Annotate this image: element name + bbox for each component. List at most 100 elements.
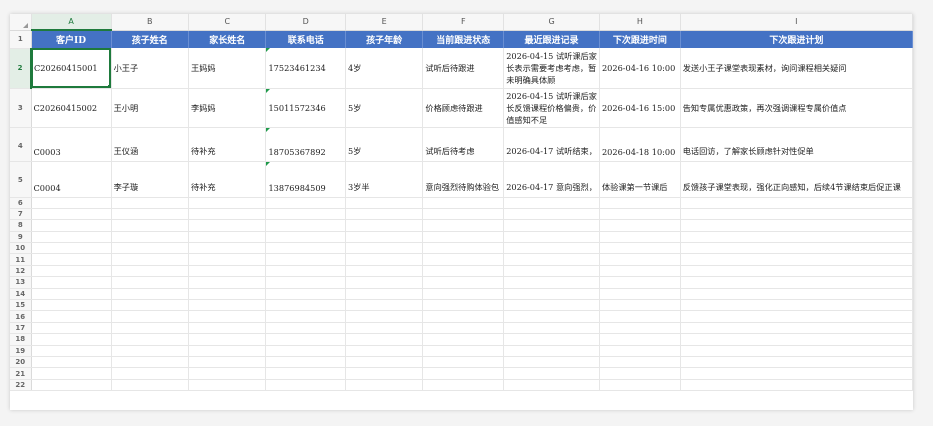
data-cell[interactable]	[188, 253, 267, 266]
data-cell[interactable]: 价格顾虑待跟进	[422, 88, 505, 128]
data-cell[interactable]	[503, 322, 600, 335]
data-cell[interactable]	[188, 208, 267, 221]
column-header-a[interactable]: A	[31, 14, 112, 31]
data-cell[interactable]	[31, 242, 112, 255]
data-cell[interactable]	[422, 333, 505, 346]
data-cell[interactable]	[680, 276, 913, 289]
data-cell[interactable]: 试听后待跟进	[422, 48, 505, 89]
row-number[interactable]: 2	[10, 48, 33, 89]
data-cell[interactable]: 体验课第一节课后	[599, 161, 681, 198]
data-cell[interactable]	[503, 379, 600, 392]
data-cell[interactable]	[345, 310, 424, 323]
data-cell[interactable]	[188, 367, 267, 380]
data-cell[interactable]	[599, 242, 681, 255]
data-cell[interactable]	[680, 299, 913, 312]
data-cell[interactable]: 电话回访，了解家长顾虑针对性促单	[680, 127, 913, 162]
data-cell[interactable]: 5岁	[345, 88, 424, 128]
data-cell[interactable]: 15011572346	[265, 88, 346, 128]
data-cell[interactable]	[599, 288, 681, 301]
data-cell[interactable]: 13876984509	[265, 161, 346, 198]
row-number[interactable]: 9	[10, 231, 32, 244]
data-cell[interactable]	[265, 345, 346, 357]
data-cell[interactable]	[188, 299, 267, 312]
row-number[interactable]: 4	[10, 127, 32, 162]
data-cell[interactable]: 李子璇	[111, 161, 190, 198]
data-cell[interactable]: 18705367892	[265, 127, 346, 162]
data-cell[interactable]: 待补充	[188, 127, 267, 162]
data-cell[interactable]	[599, 310, 681, 323]
data-cell[interactable]: 待补充	[188, 161, 267, 198]
data-cell[interactable]	[599, 231, 681, 244]
row-number[interactable]: 20	[10, 356, 32, 369]
data-cell[interactable]	[503, 333, 600, 346]
data-cell[interactable]	[345, 288, 424, 301]
data-cell[interactable]	[111, 242, 190, 255]
data-cell[interactable]: 小王子	[111, 48, 190, 89]
data-cell[interactable]	[265, 379, 346, 392]
data-cell[interactable]	[188, 231, 267, 244]
data-cell[interactable]	[599, 356, 681, 369]
row-number[interactable]: 12	[10, 265, 32, 278]
data-cell[interactable]	[422, 356, 505, 369]
data-cell[interactable]	[345, 345, 424, 357]
header-cell[interactable]: 当前跟进状态	[422, 30, 505, 48]
data-cell[interactable]	[503, 253, 600, 266]
data-cell[interactable]	[188, 288, 267, 301]
data-cell[interactable]: 李妈妈	[188, 88, 267, 128]
data-cell[interactable]	[265, 219, 346, 232]
data-cell[interactable]	[680, 231, 913, 244]
data-cell[interactable]	[680, 333, 913, 346]
row-number[interactable]: 15	[10, 299, 32, 312]
data-cell[interactable]	[345, 265, 424, 278]
data-cell[interactable]	[111, 310, 190, 323]
data-cell[interactable]	[188, 356, 267, 369]
data-cell[interactable]	[422, 345, 505, 357]
data-cell[interactable]: 意向强烈待购体验包	[422, 161, 505, 198]
data-cell[interactable]: 3岁半	[345, 161, 424, 198]
data-cell[interactable]: 17523461234	[265, 48, 346, 89]
data-cell[interactable]	[31, 231, 112, 244]
data-cell[interactable]	[265, 288, 346, 301]
data-cell[interactable]	[345, 197, 424, 209]
column-header-e[interactable]: E	[345, 14, 424, 31]
data-cell[interactable]	[680, 242, 913, 255]
data-cell[interactable]	[188, 242, 267, 255]
header-cell[interactable]: 联系电话	[265, 30, 346, 48]
column-header-h[interactable]: H	[599, 14, 681, 31]
data-cell[interactable]	[599, 219, 681, 232]
data-cell[interactable]	[503, 345, 600, 357]
data-cell[interactable]	[265, 322, 346, 335]
data-cell[interactable]	[345, 322, 424, 335]
data-cell[interactable]	[503, 299, 600, 312]
data-cell[interactable]	[111, 367, 190, 380]
data-cell[interactable]	[111, 208, 190, 221]
data-cell[interactable]	[31, 379, 112, 392]
data-cell[interactable]	[265, 310, 346, 323]
data-cell[interactable]: 2026-04-15 试听课后家长反馈课程价格偏贵，价值感知不足	[503, 88, 600, 128]
data-cell[interactable]	[422, 288, 505, 301]
data-cell[interactable]	[111, 253, 190, 266]
data-cell[interactable]	[265, 356, 346, 369]
row-number[interactable]: 3	[10, 88, 32, 128]
data-cell[interactable]: 4岁	[345, 48, 424, 89]
data-cell[interactable]	[503, 197, 600, 209]
select-all-corner[interactable]	[10, 14, 32, 31]
header-cell[interactable]: 下次跟进时间	[599, 30, 681, 48]
data-cell[interactable]	[680, 253, 913, 266]
data-cell[interactable]	[680, 367, 913, 380]
data-cell[interactable]	[680, 322, 913, 335]
data-cell[interactable]	[503, 231, 600, 244]
data-cell[interactable]	[345, 208, 424, 221]
data-cell[interactable]	[599, 208, 681, 221]
data-cell[interactable]: 2026-04-17 意向强烈，	[503, 161, 600, 198]
data-cell[interactable]	[503, 367, 600, 380]
data-cell[interactable]	[503, 265, 600, 278]
data-cell[interactable]: 2026-04-18 10:00	[599, 127, 681, 162]
data-cell[interactable]	[599, 345, 681, 357]
data-cell[interactable]	[599, 379, 681, 392]
data-cell[interactable]	[265, 265, 346, 278]
data-cell[interactable]	[265, 253, 346, 266]
data-cell[interactable]	[345, 299, 424, 312]
data-cell[interactable]: 2026-04-16 15:00	[599, 88, 681, 128]
column-header-f[interactable]: F	[422, 14, 505, 31]
